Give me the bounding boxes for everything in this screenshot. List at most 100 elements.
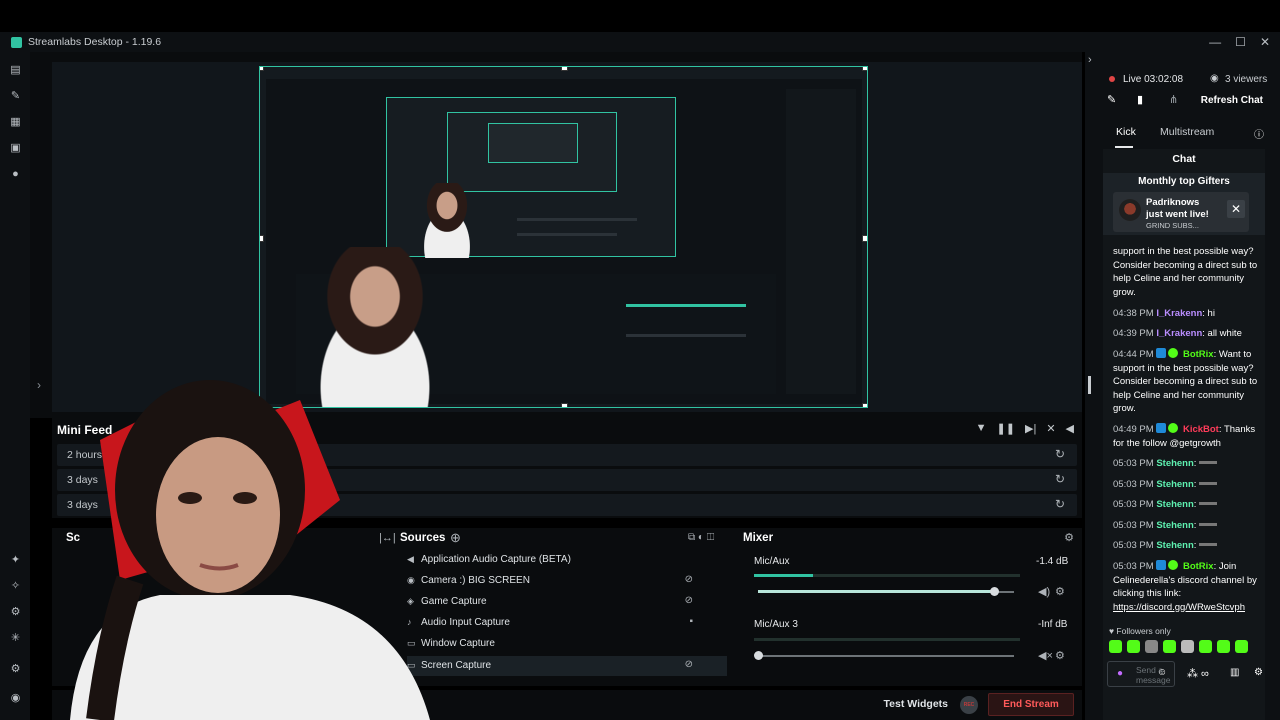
message-text: hi <box>1207 308 1215 319</box>
message-user[interactable]: BotRix <box>1183 561 1214 572</box>
source-item-selected[interactable]: ▭ Screen Capture ⊘ <box>407 656 727 676</box>
filter-icon[interactable]: ▼ <box>976 422 987 435</box>
chat-settings-icon[interactable]: ⚙ <box>1254 667 1263 678</box>
nested-mixer-line <box>517 233 617 236</box>
source-tools-icons[interactable]: ⧉ ◐ ◫ <box>688 532 714 543</box>
info-icon[interactable]: ⓘ <box>1254 126 1264 141</box>
bot-badge-icon <box>1156 423 1167 433</box>
left-nav: ▤ ✎ ▦ ▣ ● ✦ ✧ ⚙ ✳ ⚙ ◉ <box>0 52 30 720</box>
discord-link[interactable]: https://discord.gg/WRweStcvph <box>1113 602 1245 613</box>
test-widgets-button[interactable]: Test Widgets <box>884 698 948 710</box>
emote-icon[interactable] <box>1145 640 1158 653</box>
eye-hidden-icon[interactable]: ⊘ <box>685 574 693 585</box>
message-user[interactable]: Stehenn <box>1156 540 1193 551</box>
mute-alerts-icon[interactable]: ✕ <box>1046 422 1055 435</box>
notification-name: Padriknows <box>1146 197 1200 208</box>
source-item[interactable]: ♪ Audio Input Capture ▪ <box>407 613 727 633</box>
skip-icon[interactable]: ▶| <box>1025 422 1036 435</box>
chat-tools-icon[interactable]: ⁂ ∞ <box>1187 667 1209 680</box>
message-user[interactable]: I_Krakenn <box>1156 328 1202 339</box>
scrollbar-thumb[interactable] <box>1088 376 1091 394</box>
message-user[interactable]: I_Krakenn <box>1156 308 1202 319</box>
message-user[interactable]: Stehenn <box>1156 479 1193 490</box>
copy-icon[interactable]: ▮ <box>1137 93 1143 106</box>
channel-settings-icon[interactable]: ⚙ <box>1055 585 1065 598</box>
resize-handle[interactable] <box>862 403 867 407</box>
message-user[interactable]: Stehenn <box>1156 520 1193 531</box>
end-stream-button[interactable]: End Stream <box>988 693 1074 716</box>
source-item[interactable]: ◀ Application Audio Capture (BETA) <box>407 550 727 570</box>
emote-icon[interactable] <box>1217 640 1230 653</box>
eye-hidden-icon[interactable]: ⊘ <box>685 595 693 606</box>
add-source-icon[interactable]: ⊕ <box>450 530 461 546</box>
tab-multistream[interactable]: Multistream <box>1160 126 1214 138</box>
emote-icon[interactable] <box>1163 640 1176 653</box>
chat-box: Chat Monthly top Gifters Padriknows just… <box>1103 149 1265 720</box>
refresh-chat-button[interactable]: Refresh Chat <box>1201 95 1263 106</box>
volume-slider-track[interactable] <box>758 655 1014 657</box>
settings-icon[interactable]: ⚙ <box>10 664 21 675</box>
window-controls: — ☐ ✕ <box>1209 35 1270 49</box>
mute-icon[interactable]: ◀) <box>1038 585 1050 598</box>
emote-icon <box>1199 543 1218 546</box>
collapse-chevron-icon[interactable]: › <box>1088 54 1092 66</box>
edit-icon[interactable]: ✎ <box>1107 93 1116 106</box>
resize-handle[interactable] <box>561 403 568 407</box>
store-icon[interactable]: ▦ <box>10 117 21 128</box>
pause-icon[interactable]: ❚❚ <box>997 422 1015 435</box>
volume-slider-knob[interactable] <box>990 587 999 596</box>
apps-icon[interactable]: ✦ <box>10 555 21 566</box>
repeat-icon[interactable]: ↻ <box>1055 472 1065 486</box>
lock-icon[interactable]: ▪ <box>689 616 693 627</box>
resize-handle[interactable] <box>862 67 867 71</box>
mic-icon[interactable]: ● <box>1117 668 1123 679</box>
message-user[interactable]: KickBot <box>1183 424 1219 435</box>
integrations-icon[interactable]: ✧ <box>10 581 21 592</box>
minimize-icon[interactable]: — <box>1209 35 1221 49</box>
source-item[interactable]: ◈ Game Capture ⊘ <box>407 592 727 612</box>
resize-handle[interactable] <box>260 67 264 71</box>
emote-icon[interactable] <box>1199 640 1212 653</box>
repeat-icon[interactable]: ↻ <box>1055 497 1065 511</box>
record-button[interactable]: REC <box>960 696 978 714</box>
close-icon[interactable]: ✕ <box>1260 35 1270 49</box>
chat-tabs: Kick Multistream ⓘ <box>1085 124 1280 148</box>
emote-icon[interactable] <box>1109 640 1122 653</box>
dashboard-icon[interactable]: ▣ <box>10 143 21 154</box>
close-notification-icon[interactable]: ✕ <box>1227 200 1245 218</box>
resize-handle[interactable] <box>561 67 568 71</box>
maximize-icon[interactable]: ☐ <box>1235 35 1246 49</box>
spark-icon[interactable]: ✳ <box>10 633 21 644</box>
message-user[interactable]: Stehenn <box>1156 458 1193 469</box>
tab-kick[interactable]: Kick <box>1116 126 1136 138</box>
eye-hidden-icon[interactable]: ⊘ <box>685 659 693 670</box>
chat-message: 04:49 PM KickBot: Thanks for the follow … <box>1113 423 1256 449</box>
source-item[interactable]: ▭ Window Capture <box>407 634 727 654</box>
user-icon[interactable]: ◉ <box>10 693 21 704</box>
message-user[interactable]: BotRix <box>1183 349 1214 360</box>
emote-icon[interactable] <box>1235 640 1248 653</box>
source-item[interactable]: ◉ Camera :) BIG SCREEN ⊘ <box>407 571 727 591</box>
muted-icon[interactable]: ◀× <box>1038 649 1053 662</box>
channel-settings-icon[interactable]: ⚙ <box>1055 649 1065 662</box>
audio-meter <box>754 638 1020 641</box>
editor-icon[interactable]: ▤ <box>10 65 21 76</box>
stream-preview[interactable] <box>259 66 868 408</box>
resize-handle[interactable] <box>862 235 867 242</box>
emote-icon[interactable] <box>1181 640 1194 653</box>
volume-slider-knob[interactable] <box>754 651 763 660</box>
store-icon[interactable]: ▥ <box>1230 667 1239 678</box>
message-user[interactable]: Stehenn <box>1156 499 1193 510</box>
mixer-settings-icon[interactable]: ⚙ <box>1064 531 1074 544</box>
viewer-count: 3 viewers <box>1225 74 1268 85</box>
volume-icon[interactable]: ◀ <box>1066 422 1074 435</box>
emoji-icon[interactable]: ☺ <box>1157 667 1167 678</box>
resize-handle[interactable] <box>260 235 264 242</box>
tools-icon[interactable]: ⚙ <box>10 607 21 618</box>
play-icon[interactable]: ● <box>10 169 21 180</box>
themes-icon[interactable]: ✎ <box>10 91 21 102</box>
emote-icon[interactable] <box>1127 640 1140 653</box>
share-icon[interactable]: ⋔ <box>1169 93 1178 106</box>
repeat-icon[interactable]: ↻ <box>1055 447 1065 461</box>
chat-title: Chat <box>1172 153 1196 165</box>
